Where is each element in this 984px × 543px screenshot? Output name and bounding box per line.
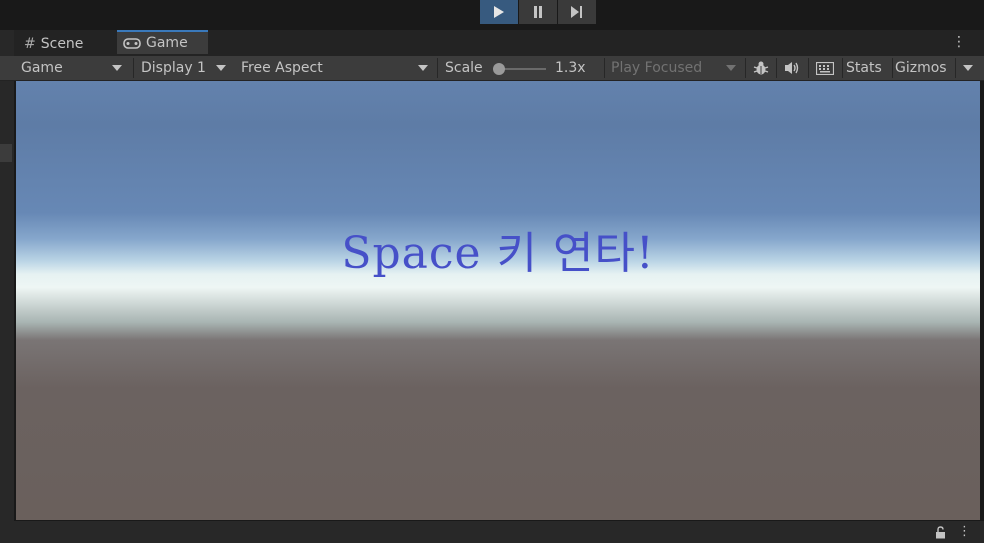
game-view-dropdown[interactable]: Game [16, 56, 130, 80]
chevron-down-icon [726, 65, 736, 71]
lock-icon[interactable] [935, 526, 946, 539]
step-icon [571, 6, 582, 18]
scale-value-text: 1.3x [555, 60, 586, 76]
divider [604, 58, 605, 78]
pause-icon [534, 6, 542, 18]
game-viewport[interactable]: Space 키 연타! [16, 81, 980, 520]
tab-scene-label: Scene [40, 36, 84, 52]
divider [437, 58, 438, 78]
divider [955, 58, 956, 78]
gizmos-dropdown[interactable] [957, 56, 979, 80]
game-view-dropdown-label: Game [21, 60, 63, 76]
stats-button[interactable]: Stats [846, 56, 890, 80]
chevron-down-icon [418, 65, 428, 71]
mute-audio-button[interactable] [778, 56, 806, 80]
scale-slider-handle[interactable] [493, 63, 505, 75]
chevron-down-icon [112, 65, 122, 71]
game-overlay-text: Space 키 연타! [341, 228, 655, 279]
divider [133, 58, 134, 78]
stats-label: Stats [846, 60, 882, 76]
chevron-down-icon [963, 65, 973, 71]
scale-label: Scale [445, 56, 485, 80]
status-bar: ⋮ [0, 521, 984, 543]
tab-scene[interactable]: # Scene [24, 32, 114, 56]
grid-icon: # [24, 36, 36, 52]
chevron-down-icon [216, 65, 226, 71]
gamepad-icon [123, 37, 141, 49]
tab-game[interactable]: Game [117, 30, 208, 54]
pause-button[interactable] [519, 0, 557, 24]
shortcuts-button[interactable] [810, 56, 840, 80]
speaker-icon [785, 62, 799, 74]
more-options-icon[interactable]: ⋮ [958, 524, 971, 539]
play-button[interactable] [480, 0, 518, 24]
panel-tab[interactable] [0, 144, 12, 162]
divider [892, 58, 893, 78]
divider [776, 58, 777, 78]
top-toolbar [0, 0, 984, 26]
step-button[interactable] [558, 0, 596, 24]
left-panel-edge [0, 30, 14, 543]
divider [745, 58, 746, 78]
divider [808, 58, 809, 78]
display-dropdown[interactable]: Display 1 [136, 56, 234, 80]
keyboard-icon [816, 61, 834, 75]
play-focused-label: Play Focused [611, 60, 703, 76]
divider [842, 58, 843, 78]
gizmos-button[interactable]: Gizmos [895, 56, 953, 80]
gizmos-label: Gizmos [895, 60, 947, 76]
bug-button[interactable] [748, 56, 774, 80]
aspect-dropdown-label: Free Aspect [241, 60, 323, 76]
scale-label-text: Scale [445, 60, 483, 76]
scale-value: 1.3x [555, 56, 595, 80]
play-focused-dropdown[interactable]: Play Focused [606, 56, 744, 80]
display-dropdown-label: Display 1 [141, 60, 206, 76]
more-options-icon[interactable]: ⋮ [952, 34, 966, 50]
tab-game-label: Game [146, 35, 188, 51]
bug-icon [753, 61, 769, 75]
aspect-dropdown[interactable]: Free Aspect [236, 56, 436, 80]
play-icon [494, 6, 504, 18]
